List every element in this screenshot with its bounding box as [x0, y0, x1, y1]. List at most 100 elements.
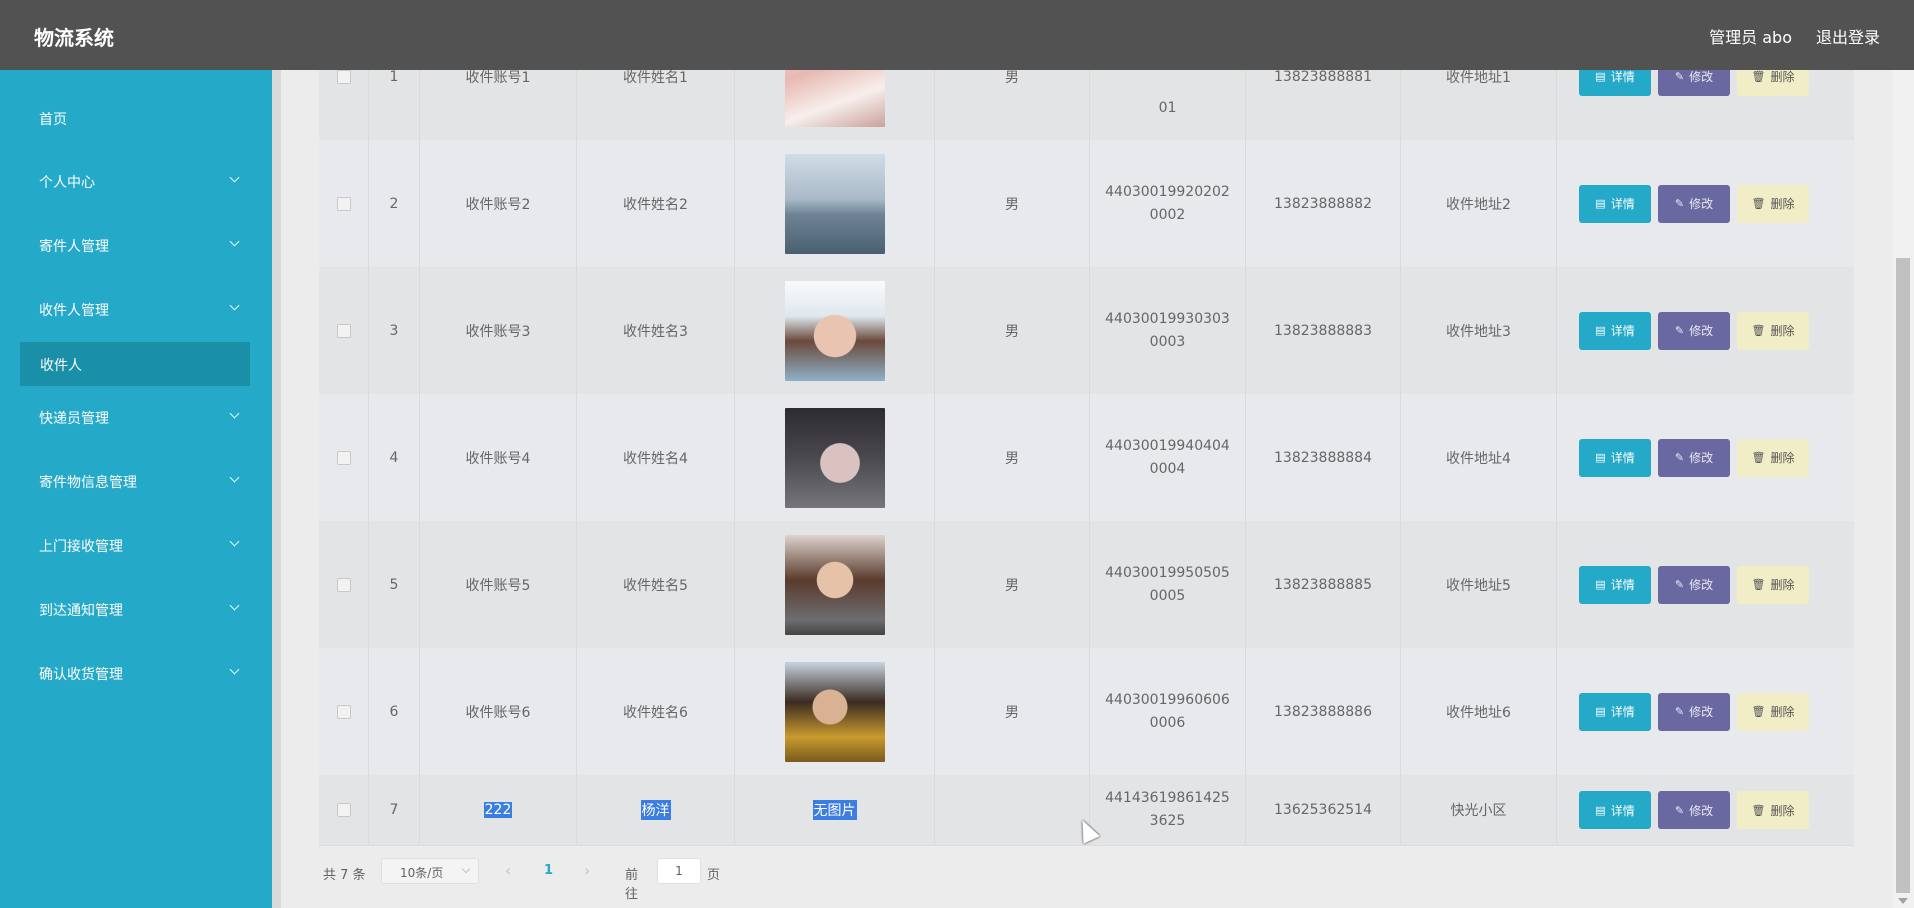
- account-cell: 222: [420, 775, 577, 845]
- photo-cell: [735, 521, 935, 648]
- row-checkbox[interactable]: [336, 196, 351, 211]
- delete-label: 删除: [1770, 803, 1795, 818]
- recipient-phone: 13823888882: [1246, 140, 1401, 267]
- edit-button[interactable]: ✎ 修改: [1658, 692, 1730, 731]
- vertical-scrollbar[interactable]: [1893, 70, 1914, 908]
- trash-icon: 🗑: [1751, 197, 1766, 210]
- recipient-table: 1 收件账号1 收件姓名1 男 01 13823888881 收件地址1 ▤ 详情…: [319, 70, 1854, 846]
- row-index: 2: [369, 140, 420, 267]
- row-actions: ▤ 详情 ✎ 修改 🗑 删除: [1557, 70, 1854, 140]
- recipient-name: 收件姓名2: [577, 140, 735, 267]
- next-page-icon[interactable]: ›: [584, 861, 590, 880]
- photo-cell: [735, 140, 935, 267]
- goto-page-input[interactable]: 1: [657, 858, 701, 884]
- recipient-sex: 男: [935, 394, 1090, 521]
- trash-icon: 🗑: [1751, 578, 1766, 591]
- detail-label: 详情: [1610, 705, 1635, 719]
- sidebar-item-courier-management[interactable]: 快递员管理: [0, 397, 272, 437]
- edit-button[interactable]: ✎ 修改: [1658, 791, 1730, 829]
- sidebar-item-home[interactable]: 首页: [0, 98, 272, 138]
- delete-label: 删除: [1770, 578, 1795, 592]
- row-checkbox[interactable]: [336, 323, 351, 338]
- detail-button[interactable]: ▤ 详情: [1579, 311, 1651, 350]
- sidebar-item-parcel-info-management[interactable]: 寄件物信息管理: [0, 461, 272, 501]
- recipient-sex: 男: [935, 648, 1090, 775]
- no-image-text: 无图片: [812, 800, 857, 820]
- delete-button[interactable]: 🗑 删除: [1737, 311, 1809, 350]
- recipient-id-number: 440300199505050005: [1105, 564, 1230, 604]
- admin-user-label[interactable]: 管理员 abo: [1709, 24, 1792, 48]
- sidebar-item-label: 首页: [39, 112, 67, 128]
- document-icon: ▤: [1595, 324, 1606, 337]
- scroll-down-arrow-icon[interactable]: [1898, 898, 1908, 904]
- delete-button[interactable]: 🗑 删除: [1737, 438, 1809, 477]
- name-cell: 杨洋: [577, 775, 735, 845]
- recipient-phone: 13823888881: [1246, 70, 1401, 140]
- delete-label: 删除: [1770, 197, 1795, 211]
- detail-button[interactable]: ▤ 详情: [1579, 565, 1651, 604]
- recipient-sex: 男: [935, 140, 1090, 267]
- id-cell: 440300199505050005: [1090, 521, 1246, 648]
- edit-button[interactable]: ✎ 修改: [1658, 70, 1730, 96]
- edit-label: 修改: [1689, 578, 1714, 592]
- recipient-photo: [784, 661, 885, 762]
- edit-button[interactable]: ✎ 修改: [1658, 438, 1730, 477]
- delete-button[interactable]: 🗑 删除: [1737, 565, 1809, 604]
- total-count: 共 7 条: [323, 868, 366, 883]
- row-checkbox[interactable]: [336, 704, 351, 719]
- detail-button[interactable]: ▤ 详情: [1579, 692, 1651, 731]
- sidebar: 首页 个人中心 寄件人管理 收件人管理 收件人 快递员管理 寄件物信息管理 上门…: [0, 70, 272, 908]
- logout-link[interactable]: 退出登录: [1816, 24, 1880, 48]
- sidebar-item-label: 寄件人管理: [39, 239, 109, 255]
- detail-button[interactable]: ▤ 详情: [1579, 438, 1651, 477]
- recipient-id-number: 01: [1158, 100, 1177, 116]
- scrollbar-thumb[interactable]: [1896, 258, 1910, 893]
- page-size-select[interactable]: 10条/页: [381, 858, 479, 884]
- edit-button[interactable]: ✎ 修改: [1658, 311, 1730, 350]
- prev-page-icon[interactable]: ‹: [505, 861, 511, 880]
- recipient-phone: 13823888884: [1246, 394, 1401, 521]
- row-checkbox[interactable]: [336, 70, 351, 84]
- recipient-address: 收件地址5: [1401, 521, 1557, 648]
- sidebar-item-receipt-confirmation-management[interactable]: 确认收货管理: [0, 653, 272, 693]
- pencil-icon: ✎: [1674, 324, 1685, 337]
- recipient-account: 收件账号3: [420, 267, 577, 394]
- sidebar-item-personal-center[interactable]: 个人中心: [0, 161, 272, 201]
- recipient-address: 收件地址1: [1401, 70, 1557, 140]
- sidebar-item-label: 快递员管理: [39, 411, 109, 427]
- sidebar-item-pickup-management[interactable]: 上门接收管理: [0, 525, 272, 565]
- row-checkbox[interactable]: [336, 450, 351, 465]
- delete-button[interactable]: 🗑 删除: [1737, 791, 1809, 829]
- recipient-photo: [784, 280, 885, 381]
- edit-label: 修改: [1689, 197, 1714, 211]
- recipient-id-number: 440300199303030003: [1105, 310, 1230, 350]
- table-row: 1 收件账号1 收件姓名1 男 01 13823888881 收件地址1 ▤ 详情…: [319, 70, 1854, 141]
- recipient-photo: [784, 70, 885, 127]
- detail-button[interactable]: ▤ 详情: [1579, 791, 1651, 829]
- sidebar-item-arrival-notice-management[interactable]: 到达通知管理: [0, 589, 272, 629]
- row-checkbox[interactable]: [336, 803, 351, 817]
- sidebar-item-recipient[interactable]: 收件人: [20, 342, 250, 386]
- delete-button[interactable]: 🗑 删除: [1737, 692, 1809, 731]
- row-checkbox-cell: [319, 521, 369, 648]
- delete-button[interactable]: 🗑 删除: [1737, 184, 1809, 223]
- current-page-number[interactable]: 1: [544, 863, 553, 878]
- recipient-sex: 男: [935, 521, 1090, 648]
- row-checkbox[interactable]: [336, 577, 351, 592]
- detail-button[interactable]: ▤ 详情: [1579, 184, 1651, 223]
- edit-button[interactable]: ✎ 修改: [1658, 184, 1730, 223]
- row-checkbox-cell: [319, 648, 369, 775]
- row-checkbox-cell: [319, 775, 369, 845]
- edit-button[interactable]: ✎ 修改: [1658, 565, 1730, 604]
- chevron-down-icon: [229, 600, 240, 611]
- row-actions: ▤ 详情 ✎ 修改 🗑 删除: [1557, 140, 1854, 267]
- recipient-phone: 13823888885: [1246, 521, 1401, 648]
- delete-button[interactable]: 🗑 删除: [1737, 70, 1809, 96]
- sidebar-item-sender-management[interactable]: 寄件人管理: [0, 225, 272, 265]
- detail-button[interactable]: ▤ 详情: [1579, 70, 1651, 96]
- photo-cell: 无图片: [735, 775, 935, 845]
- sidebar-item-recipient-management[interactable]: 收件人管理: [0, 289, 272, 329]
- row-actions: ▤ 详情 ✎ 修改 🗑 删除: [1557, 394, 1854, 521]
- chevron-down-icon: [229, 664, 240, 675]
- top-header: 物流系统 管理员 abo 退出登录: [0, 0, 1914, 70]
